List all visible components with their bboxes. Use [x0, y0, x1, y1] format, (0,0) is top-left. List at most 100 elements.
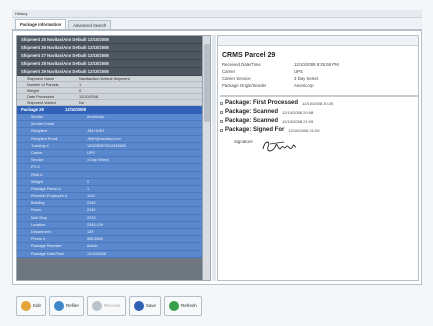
detail-row: Receiver Employee # 1101 [17, 193, 210, 201]
detail-header-bar [218, 36, 418, 46]
detail-key: PO # [31, 165, 40, 170]
detail-key: Receiver Employee # [31, 194, 68, 199]
recover-button[interactable]: Recover [87, 295, 126, 316]
detail-row: Recipient Email JIMH@navitasi.com [17, 135, 210, 143]
detail-key: Room [31, 208, 42, 213]
info-value: 12/10/2008 8:25:59 PM [294, 62, 339, 67]
detail-row: Package Date/Time 12/10/2008 [17, 250, 210, 258]
detail-value: 0 [87, 179, 90, 184]
detail-key: Mail Stop [31, 215, 47, 220]
event-name: Package: Scanned [225, 118, 279, 124]
shipment-row[interactable]: Shipment 26 Navitas/Ann Default 12/10/20… [17, 44, 210, 52]
detail-row: Location 2345-129 [17, 221, 210, 229]
package-details: Sender Americorp Sender Email Recipient JI… [17, 114, 210, 258]
event-date: 12/10/2008 20:25 [302, 101, 334, 106]
window-title: History [12, 10, 422, 18]
detail-value: Americorp [87, 115, 105, 119]
event-row[interactable]: Package: Signed For 12/10/2008 21:09 [220, 126, 418, 135]
package-tree[interactable]: Shipment 25 Navitas/Ann Default 12/10/20… [16, 35, 211, 281]
event-date: 12/10/2008 21:09 [282, 119, 314, 124]
detail-row: Package Parcel # 1 [17, 185, 210, 194]
refile-button[interactable]: Refiler [49, 295, 85, 316]
save-icon [133, 300, 144, 311]
detail-key: RMA # [31, 172, 43, 177]
detail-value: 129 [87, 230, 94, 234]
property-key: Shipment Voided [27, 101, 56, 105]
package-date: 12/10/2008 [65, 107, 86, 112]
event-row[interactable]: Package: First Processed 12/10/2008 20:25 [220, 99, 418, 108]
shipment-list: Shipment 25 Navitas/Ann Default 12/10/20… [17, 36, 210, 76]
package-row-selected[interactable]: Package 29 12/10/2008 [17, 106, 210, 114]
expand-icon[interactable] [220, 111, 223, 114]
shipment-row[interactable]: Shipment 28 Navitas/Ann Default 12/10/20… [17, 60, 210, 68]
shipment-row[interactable]: Shipment 25 Navitas/Ann Default 12/10/20… [17, 36, 210, 44]
detail-value: 555-6000 [87, 237, 104, 242]
property-key: Number of Parcels [27, 83, 59, 87]
expand-icon[interactable] [220, 102, 223, 105]
detail-value: UPS [87, 150, 95, 155]
tab-package-information[interactable]: Package Information [15, 19, 67, 29]
property-key: Date Processed [27, 95, 55, 99]
detail-row: PO # [17, 164, 210, 172]
detail-row: Mail Stop 2233 [17, 214, 210, 222]
info-key: Carrier Service [222, 76, 251, 81]
detail-value: 1 [87, 186, 90, 191]
detail-row: Building 2345 [17, 200, 210, 208]
signature-label: Signature [234, 139, 253, 144]
edit-button-label: Edit [33, 303, 41, 308]
main-panel: Shipment 25 Navitas/Ann Default 12/10/20… [12, 30, 422, 285]
save-button-label: Save [145, 303, 157, 308]
refresh-button-label: Refresh [181, 303, 197, 308]
detail-value: 3 Day Select [87, 158, 109, 163]
signature-row: Signature [234, 137, 418, 157]
detail-key: Tracking # [31, 143, 49, 148]
collapse-icon[interactable] [220, 129, 223, 132]
refresh-icon [169, 300, 180, 311]
edit-button[interactable]: Edit [16, 295, 46, 316]
property-value: No [79, 101, 84, 105]
shipment-row[interactable]: Shipment 27 Navitas/Ann Default 12/10/20… [17, 52, 210, 60]
detail-value: JIM HUNT [87, 129, 105, 134]
detail-row: Carrier UPS [17, 149, 210, 158]
scrollbar-thumb[interactable] [204, 44, 210, 122]
tree-scrollbar[interactable] [202, 36, 210, 280]
detail-row: Room 2345 [17, 207, 210, 215]
event-row[interactable]: Package: Scanned 12/10/2008 21:09 [220, 117, 418, 126]
info-value: UPS [294, 69, 303, 74]
recover-icon [92, 300, 103, 311]
detail-row: Sender Email [17, 121, 210, 129]
info-key: Package Origin/Sender [222, 83, 267, 88]
info-row: Package Origin/Sender Americorp [222, 82, 418, 89]
shipment-row[interactable]: Shipment 29 Navitas/Ann Default 12/10/20… [17, 68, 210, 76]
detail-value: 2233 [87, 215, 96, 220]
refresh-button[interactable]: Refresh [164, 295, 202, 316]
pane-splitter[interactable] [212, 35, 216, 281]
detail-key: Phone # [31, 237, 46, 242]
info-value: Americorp [294, 83, 314, 88]
tab-advanced-search[interactable]: Advanced Search [68, 20, 112, 29]
info-row: Carrier Service 3 Day Select [222, 75, 418, 82]
event-name: Package: First Processed [225, 100, 299, 106]
detail-row: Department 129 [17, 229, 210, 237]
detail-key: Location [31, 222, 46, 227]
property-key: Weight [27, 89, 39, 93]
detail-row: Package Receiver Admin [17, 243, 210, 251]
parcel-info: Received Date/Time 12/10/2008 8:25:59 PM … [222, 61, 418, 89]
detail-key: Carrier [31, 150, 43, 155]
info-key: Carrier [222, 69, 236, 74]
event-row[interactable]: Package: Scanned 12/10/2008 20:58 [220, 108, 418, 117]
detail-key: Package Date/Time [31, 251, 65, 256]
detail-key: Package Receiver [31, 244, 62, 249]
expand-icon[interactable] [220, 120, 223, 123]
detail-pane: CRMS Parcel 29 Received Date/Time 12/10/2… [217, 35, 419, 281]
detail-key: Service [31, 158, 44, 163]
detail-row: Service 3 Day Select [17, 157, 210, 165]
detail-row: Recipient JIM HUNT [17, 128, 210, 136]
detail-key: Department [31, 230, 51, 234]
property-value: 12/10/2008 [79, 95, 99, 99]
detail-row: Weight 0 [17, 178, 210, 186]
save-button[interactable]: Save [128, 295, 162, 316]
detail-key: Sender Email [31, 122, 54, 127]
detail-row: Sender Americorp [17, 114, 210, 122]
refile-icon [54, 300, 64, 311]
